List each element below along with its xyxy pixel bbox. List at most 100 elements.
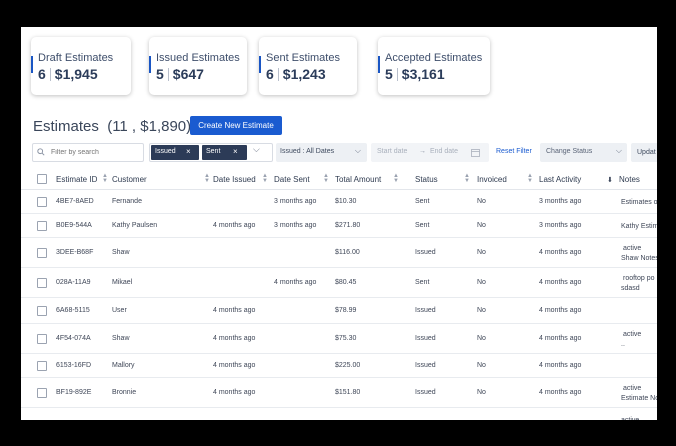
accepted-estimates-card[interactable]: Accepted Estimates 5 $3,161 bbox=[378, 37, 490, 95]
date-sent: 3 months ago bbox=[274, 222, 317, 229]
estimate-id: 6A68-5115 bbox=[56, 307, 90, 314]
note-text: rooftop po bbox=[623, 275, 655, 282]
last-activity: 3 months ago bbox=[539, 222, 582, 229]
create-new-estimate-button[interactable]: Create New Estimate bbox=[190, 116, 282, 135]
table-row[interactable]: BF19-892E Bronnie 4 months ago $151.80 Issue… bbox=[21, 378, 657, 408]
note-text: active bbox=[623, 331, 642, 338]
card-value: 5 $647 bbox=[156, 66, 204, 82]
note-text: Estimate No bbox=[621, 395, 657, 402]
date-issued: 4 months ago bbox=[213, 335, 256, 342]
chevron-down-icon: ⌵ bbox=[615, 146, 622, 155]
note-text: Shaw Notes bbox=[621, 255, 657, 262]
total-amount: $116.00 bbox=[335, 249, 360, 256]
sent-estimates-card[interactable]: Sent Estimates 6 $1,243 bbox=[259, 37, 357, 95]
total-amount: $151.80 bbox=[335, 389, 361, 396]
sort-desc-icon[interactable]: ⬇ bbox=[607, 176, 613, 184]
table-row[interactable]: 6A68-5115 User 4 months ago $78.99 Issued No 4… bbox=[21, 298, 657, 324]
change-status-select[interactable]: Change Status ⌵ bbox=[540, 143, 627, 162]
status-text: Sent bbox=[415, 222, 430, 229]
estimate-id: 4BE7-8AED bbox=[56, 198, 94, 205]
row-checkbox[interactable] bbox=[37, 248, 47, 258]
date-issued: 4 months ago bbox=[213, 307, 256, 314]
invoiced-text: No bbox=[477, 389, 486, 396]
note-text: active bbox=[623, 385, 642, 392]
total-amount: $225.00 bbox=[335, 362, 361, 369]
close-icon[interactable]: × bbox=[186, 147, 191, 156]
search-icon bbox=[37, 148, 45, 156]
row-checkbox[interactable] bbox=[37, 361, 47, 371]
row-checkbox[interactable] bbox=[37, 221, 47, 231]
sort-icon[interactable]: ▲ ▼ bbox=[204, 173, 210, 184]
sort-icon[interactable]: ▲ ▼ bbox=[323, 173, 329, 184]
issued-estimates-card[interactable]: Issued Estimates 5 $647 bbox=[149, 37, 247, 95]
column-status[interactable]: Status bbox=[415, 175, 438, 184]
card-accent-bar bbox=[259, 56, 261, 73]
sort-icon[interactable]: ▲ ▼ bbox=[262, 173, 268, 184]
sort-icon[interactable]: ▲ ▼ bbox=[102, 173, 108, 184]
search-input[interactable] bbox=[32, 143, 144, 162]
chip-label: Issued bbox=[155, 148, 176, 155]
chevron-down-icon: ⌵ bbox=[354, 146, 361, 155]
note-text: Estimates o bbox=[621, 199, 657, 206]
status-text: Sent bbox=[415, 279, 430, 286]
row-checkbox[interactable] bbox=[37, 278, 47, 288]
row-checkbox[interactable] bbox=[37, 388, 47, 398]
last-activity: 4 months ago bbox=[539, 279, 582, 286]
column-notes[interactable]: Notes bbox=[619, 175, 640, 184]
column-date-sent[interactable]: Date Sent bbox=[274, 175, 310, 184]
end-date-input[interactable]: End date bbox=[430, 148, 458, 155]
column-invoiced[interactable]: Invoiced bbox=[477, 175, 507, 184]
row-checkbox[interactable] bbox=[37, 197, 47, 207]
draft-estimates-card[interactable]: Draft Estimates 6 $1,945 bbox=[31, 37, 131, 95]
status-text: Issued bbox=[415, 389, 436, 396]
last-activity: 4 months ago bbox=[539, 362, 582, 369]
column-last-activity[interactable]: Last Activity bbox=[539, 175, 581, 184]
card-count: 6 bbox=[266, 66, 274, 82]
close-icon[interactable]: × bbox=[233, 147, 238, 156]
card-title: Issued Estimates bbox=[156, 52, 240, 64]
date-filter-select[interactable]: Issued : All Dates ⌵ bbox=[276, 143, 367, 162]
row-checkbox[interactable] bbox=[37, 306, 47, 316]
column-date-issued[interactable]: Date Issued bbox=[213, 175, 256, 184]
table-row[interactable]: 4F54-074A Shaw 4 months ago $75.30 Issued No 4… bbox=[21, 324, 657, 354]
table-row[interactable]: B0E9-544A Kathy Paulsen 4 months ago 3 mont… bbox=[21, 214, 657, 238]
date-range-picker[interactable]: Start date → End date bbox=[371, 143, 489, 162]
start-date-input[interactable]: Start date bbox=[377, 148, 407, 155]
column-estimate-id[interactable]: Estimate ID bbox=[56, 175, 97, 184]
card-title: Draft Estimates bbox=[38, 52, 114, 64]
column-total-amount[interactable]: Total Amount bbox=[335, 175, 381, 184]
status-text: Issued bbox=[415, 362, 436, 369]
table-row[interactable]: 6153-16FD Mallory 4 months ago $225.00 Issue… bbox=[21, 354, 657, 378]
note-text: sdasd bbox=[621, 285, 640, 292]
total-amount: $10.30 bbox=[335, 198, 357, 205]
update-button[interactable]: Updat bbox=[631, 143, 657, 162]
table-row[interactable]: active bbox=[21, 408, 657, 420]
customer-name: Shaw bbox=[112, 249, 130, 256]
table-row[interactable]: 3DEE-B68F Shaw $116.00 Issued No 4 months ago… bbox=[21, 238, 657, 268]
column-customer[interactable]: Customer bbox=[112, 175, 147, 184]
last-activity: 3 months ago bbox=[539, 198, 582, 205]
customer-name: Fernande bbox=[112, 198, 142, 205]
card-amount: $1,243 bbox=[282, 66, 326, 82]
row-checkbox[interactable] bbox=[37, 334, 47, 344]
last-activity: 4 months ago bbox=[539, 307, 582, 314]
card-count: 5 bbox=[385, 66, 393, 82]
customer-name: Bronnie bbox=[112, 389, 137, 396]
note-text: .. bbox=[621, 341, 625, 348]
reset-filter-link[interactable]: Reset Filter bbox=[496, 148, 532, 155]
change-status-label: Change Status bbox=[546, 148, 593, 155]
table-header: Estimate ID ▲ ▼ Customer ▲ ▼ Date Issued ▲… bbox=[21, 169, 657, 190]
last-activity: 4 months ago bbox=[539, 389, 582, 396]
sort-icon[interactable]: ▲ ▼ bbox=[464, 173, 470, 184]
card-value: 5 $3,161 bbox=[385, 66, 445, 82]
chevron-down-icon[interactable]: ⌵ bbox=[253, 144, 260, 155]
estimate-id: 4F54-074A bbox=[56, 335, 91, 342]
last-activity: 4 months ago bbox=[539, 249, 582, 256]
select-all-checkbox[interactable] bbox=[37, 174, 47, 184]
chip-label: Sent bbox=[206, 148, 221, 155]
total-amount: $80.45 bbox=[335, 279, 357, 286]
table-row[interactable]: 028A-11A9 Mikael 4 months ago $80.45 Sent No 4… bbox=[21, 268, 657, 298]
table-row[interactable]: 4BE7-8AED Fernande 3 months ago $10.30 Sent N… bbox=[21, 190, 657, 214]
sort-icon[interactable]: ▲ ▼ bbox=[527, 173, 533, 184]
sort-icon[interactable]: ▲ ▼ bbox=[393, 173, 399, 184]
